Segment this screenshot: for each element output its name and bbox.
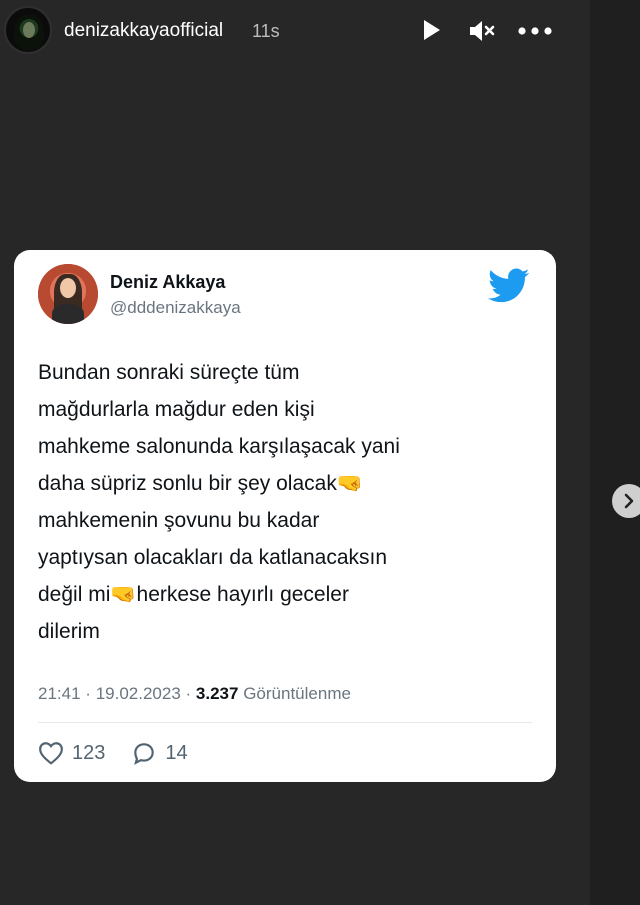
tweet-author-handle: @dddenizakkaya [110,298,241,317]
profile-avatar[interactable] [4,6,52,54]
play-icon[interactable] [422,18,442,42]
twitter-bird-icon [488,268,530,309]
meta-separator: · [85,684,91,703]
story-username[interactable]: denizakkayaofficial [64,20,223,42]
avatar-face [60,278,76,298]
story-side-area [590,0,640,905]
like-count: 123 [72,741,106,764]
reply-bubble-icon [134,743,155,765]
tweet-author-avatar [38,264,98,324]
avatar-face [23,22,35,38]
avatar-body [52,304,84,324]
heart-icon [39,742,63,765]
meta-separator: · [185,684,192,703]
tweet-text: Bundan sonraki süreçte tüm mağdurlarla m… [38,361,400,643]
tweet-date: 19.02.2023 [95,684,181,703]
tweet-time: 21:41 [38,684,81,703]
chevron-right-icon [624,493,634,509]
tweet-card: Deniz Akkaya @dddenizakkaya Bundan sonra… [14,250,556,782]
more-icon[interactable] [518,27,552,35]
story-time: 11s [252,21,280,41]
tweet-actions: 123 14 [38,738,214,768]
story-header: denizakkayaofficial 11s [0,0,590,64]
reply-count: 14 [165,741,188,764]
tweet-author-name: Deniz Akkaya [110,272,226,292]
divider [38,722,532,723]
mute-icon[interactable] [468,20,496,42]
reply-button[interactable]: 14 [131,741,188,765]
tweet-views-count: 3.237 [195,684,239,703]
tweet-views-label: Görüntülenme [243,684,351,703]
tweet-meta: 21:41 · 19.02.2023 · 3.237 Görüntülenme [38,684,351,704]
next-story-button[interactable] [612,484,640,518]
like-button[interactable]: 123 [38,741,105,765]
